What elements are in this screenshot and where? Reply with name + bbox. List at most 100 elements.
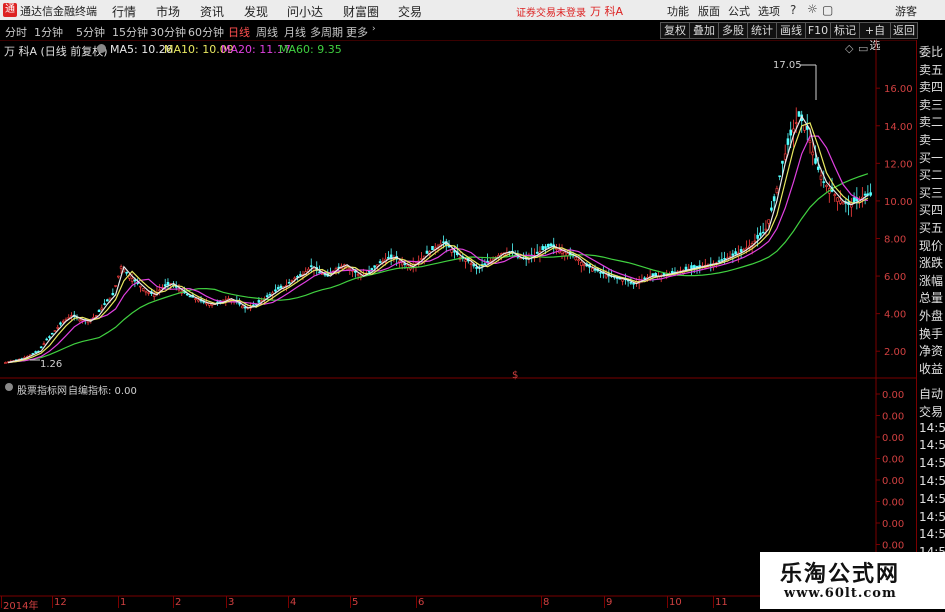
quote-panel-label: 14:50 <box>919 509 945 524</box>
period-tab-60min[interactable]: 60分钟 <box>188 24 224 40</box>
period-tab-weekly[interactable]: 周线 <box>256 24 278 40</box>
candle-body <box>775 188 779 193</box>
menu-options[interactable]: 选项 <box>758 3 780 19</box>
candle-body <box>833 194 837 196</box>
quote-panel-label: 总量 <box>919 291 944 306</box>
quote-panel-label: 14:50 <box>919 438 945 453</box>
candle-body <box>734 251 737 255</box>
subchart-y-label: 0.00 <box>882 541 904 552</box>
zoom-icon[interactable]: ▭ <box>858 42 868 55</box>
event-marker[interactable]: $ <box>512 370 518 381</box>
time-axis-tick <box>541 596 542 608</box>
toolbar-back-button[interactable]: 返回 <box>890 22 918 39</box>
period-tab-minute[interactable]: 分时 <box>5 24 27 40</box>
candle-body <box>756 234 759 239</box>
toolbar-adjust-button[interactable]: 复权 <box>660 22 690 39</box>
settings-icon[interactable] <box>97 44 106 53</box>
login-status[interactable]: 证券交易未登录 <box>516 4 586 19</box>
diamond-icon[interactable]: ◇ <box>845 42 853 55</box>
toolbar-f10-button[interactable]: F10 <box>805 22 831 39</box>
menu-functions[interactable]: 功能 <box>667 3 689 19</box>
quote-panel-label: 14:50 <box>919 420 945 435</box>
quote-panel-label: 14:50 <box>919 527 945 542</box>
candle-body <box>257 300 261 303</box>
candle-body <box>185 293 189 296</box>
candle-body <box>48 336 51 338</box>
y-axis-label: 4.00 <box>884 310 906 321</box>
period-tab-more[interactable]: 更多 <box>346 24 368 40</box>
toolbar-add-favorite-button[interactable]: +自选 <box>859 22 891 52</box>
candle-body <box>803 124 806 131</box>
menu-trade[interactable]: 交易 <box>398 3 422 20</box>
kline-chart[interactable]: 16.0014.0012.0010.008.006.004.002.00 17.… <box>0 40 916 609</box>
period-tab-15min[interactable]: 15分钟 <box>112 24 148 40</box>
candle-body <box>370 268 374 271</box>
menu-layout[interactable]: 版面 <box>698 3 720 19</box>
candle-body <box>356 273 360 276</box>
toolbar-multi-stock-button[interactable]: 多股 <box>718 22 748 39</box>
candle-body <box>59 322 62 325</box>
candle-body <box>196 299 200 302</box>
candle-body <box>42 343 46 345</box>
sub-settings-icon[interactable] <box>5 383 13 391</box>
candle-body <box>836 197 839 202</box>
menu-formula[interactable]: 公式 <box>728 3 750 19</box>
candle-body <box>188 295 192 298</box>
skin-icon[interactable]: ☼ <box>807 2 818 16</box>
toolbar-stats-button[interactable]: 统计 <box>747 22 777 39</box>
period-tab-1min[interactable]: 1分钟 <box>34 24 63 40</box>
toolbar-overlay-button[interactable]: 叠加 <box>689 22 719 39</box>
candle-body <box>731 253 735 256</box>
menu-news[interactable]: 资讯 <box>200 3 224 20</box>
message-icon[interactable]: ▢ <box>822 3 833 17</box>
candle-body <box>483 263 487 266</box>
guest-label[interactable]: 游客 <box>895 3 917 19</box>
candle-body <box>274 289 277 292</box>
time-axis-label: 2 <box>175 597 182 608</box>
menu-discover[interactable]: 发现 <box>244 3 268 20</box>
candle-body <box>560 250 564 254</box>
help-icon[interactable]: ? <box>790 3 796 17</box>
candle-body <box>442 241 445 244</box>
quote-panel-label: 交易 <box>919 404 944 419</box>
y-axis-label: 10.00 <box>884 197 913 208</box>
candle-body <box>808 140 812 143</box>
candle-body <box>207 303 211 306</box>
candle-body <box>158 289 161 292</box>
candle-body <box>97 309 101 313</box>
menu-wealth-circle[interactable]: 财富圈 <box>343 3 379 20</box>
toolbar-mark-button[interactable]: 标记 <box>830 22 860 39</box>
candle-body <box>147 292 150 294</box>
candle-body <box>822 181 826 183</box>
menu-market[interactable]: 市场 <box>156 3 180 20</box>
candle-body <box>866 193 870 196</box>
candle-body <box>684 266 688 271</box>
candle-body <box>128 275 131 279</box>
quote-panel-label: 卖二 <box>919 115 944 130</box>
candle-body <box>770 207 773 211</box>
toolbar-draw-button[interactable]: 画线 <box>776 22 806 39</box>
time-axis-label: 4 <box>290 597 297 608</box>
time-axis-label: 10 <box>669 597 682 608</box>
time-axis-tick <box>416 596 417 608</box>
candle-body <box>34 351 37 353</box>
right-quote-panel: 委比 卖五 卖四 卖三 卖二 卖一 买一 买二 买三 买四 买五 现价 涨跌 涨幅 总量 外盘 换手 净资 收益 自动… <box>916 40 945 609</box>
quote-panel-label: 卖一 <box>919 133 944 147</box>
time-axis-tick <box>1 596 2 608</box>
chevron-right-icon[interactable]: › <box>372 24 376 34</box>
period-tab-5min[interactable]: 5分钟 <box>76 24 105 40</box>
time-axis-label: 1 <box>120 597 127 608</box>
candle-body <box>632 282 635 285</box>
candle-body <box>56 327 60 329</box>
candle-body <box>541 246 545 251</box>
menu-market-quotes[interactable]: 行情 <box>112 3 136 20</box>
period-tab-multi[interactable]: 多周期 <box>310 24 343 40</box>
candle-body <box>318 271 321 274</box>
time-axis-label: 8 <box>543 597 550 608</box>
candle-body <box>781 160 784 164</box>
period-tab-daily[interactable]: 日线 <box>228 24 250 40</box>
period-tab-monthly[interactable]: 月线 <box>284 24 306 40</box>
period-tab-30min[interactable]: 30分钟 <box>150 24 186 40</box>
menu-wenxiaoda[interactable]: 问小达 <box>287 3 323 20</box>
candle-body <box>111 292 115 296</box>
